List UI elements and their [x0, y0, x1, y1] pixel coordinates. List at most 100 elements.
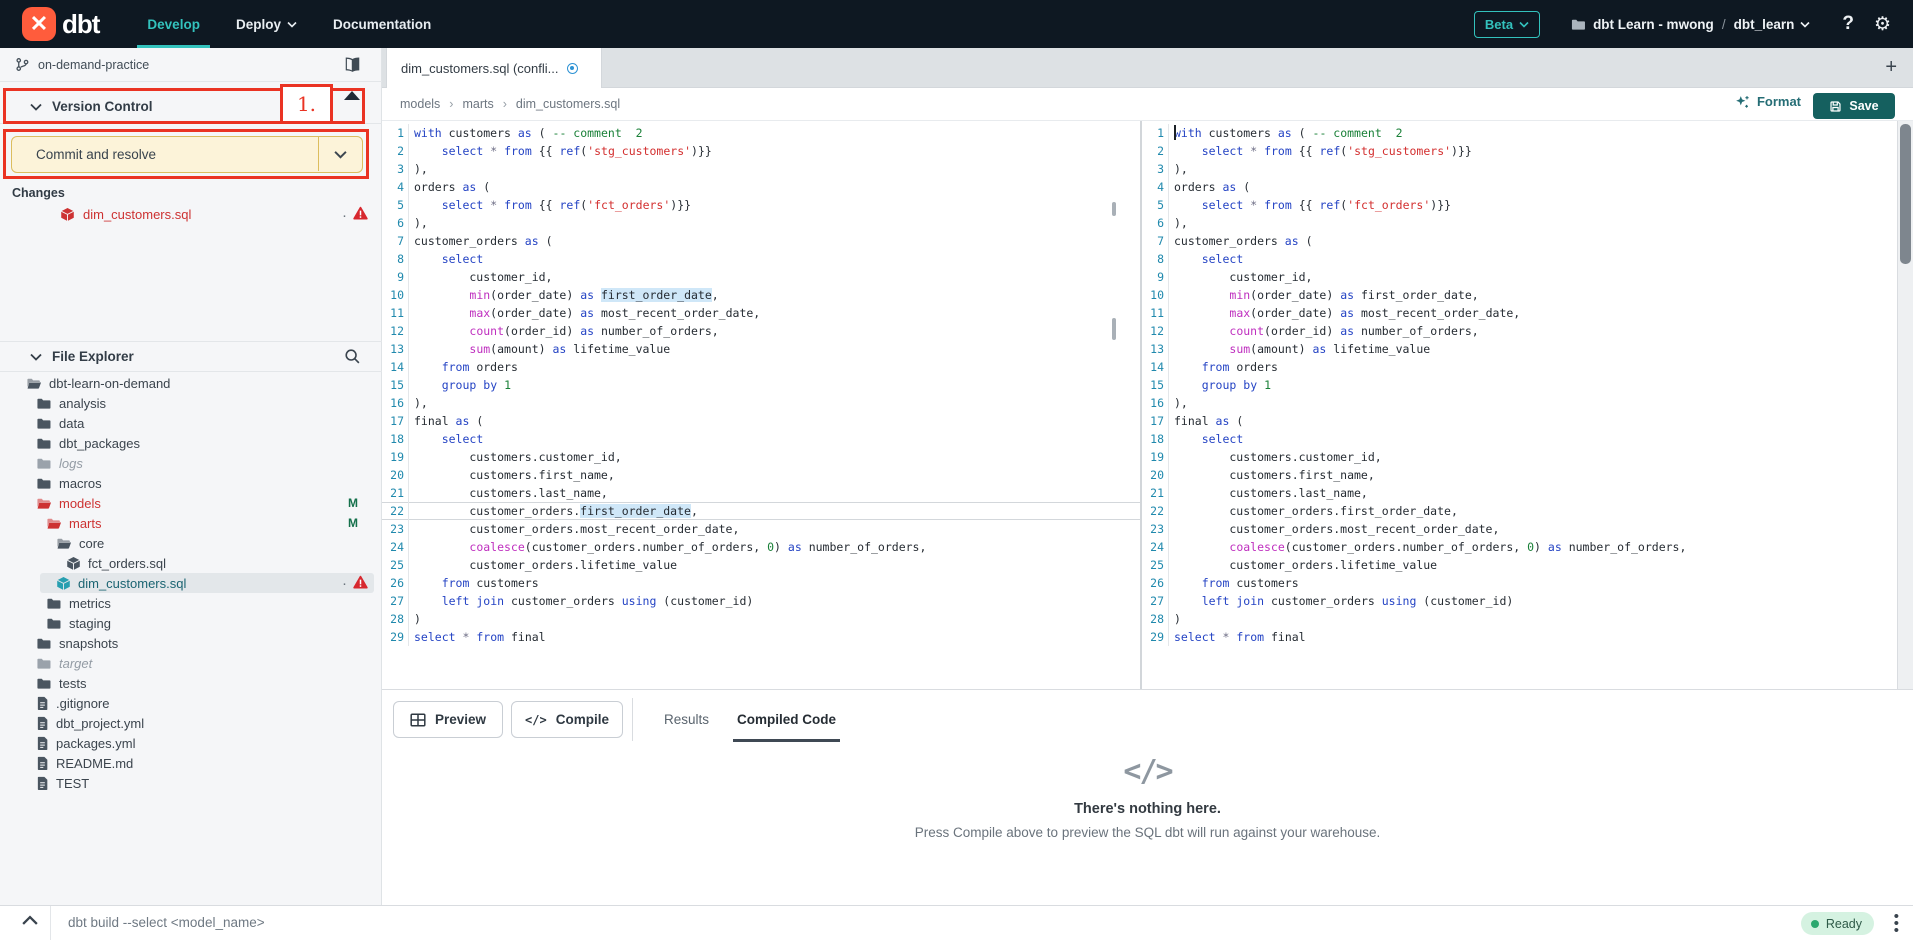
breadcrumb-item[interactable]: dim_customers.sql: [516, 97, 620, 111]
tree-item-staging[interactable]: staging: [0, 613, 382, 633]
code-line: 18 select: [1142, 430, 1897, 448]
line-number: 4: [1142, 178, 1164, 196]
code-line: 17final as (: [382, 412, 1140, 430]
settings-gear-icon[interactable]: ⚙: [1874, 13, 1891, 36]
help-icon[interactable]: ?: [1842, 13, 1854, 35]
code-pane-right[interactable]: 1with customers as ( -- comment 22 selec…: [1142, 121, 1897, 689]
chevron-up-icon[interactable]: [22, 915, 38, 926]
tree-item-label: metrics: [69, 596, 111, 611]
scrollbar-thumb[interactable]: [1900, 124, 1911, 264]
dbt-logo[interactable]: dbt: [22, 7, 99, 41]
tree-item-metrics[interactable]: metrics: [0, 593, 382, 613]
tab-title: dim_customers.sql (confli...: [401, 61, 559, 76]
line-number: 4: [382, 178, 404, 196]
status-label: Ready: [1826, 917, 1862, 931]
nav-item-develop[interactable]: Develop: [129, 0, 218, 48]
tree-item--gitignore[interactable]: .gitignore: [0, 693, 382, 713]
command-bar: dbt build --select <model_name> Ready ••…: [0, 905, 1913, 940]
tab-dim-customers[interactable]: dim_customers.sql (confli...: [386, 48, 602, 88]
tree-item-label: target: [59, 656, 92, 671]
line-number: 16: [382, 394, 404, 412]
scrollbar-track[interactable]: [1897, 121, 1913, 689]
tree-item-test[interactable]: TEST: [0, 773, 382, 793]
code-line: 23 customer_orders.most_recent_order_dat…: [382, 520, 1140, 538]
dbt-logo-icon: [22, 7, 56, 41]
tree-item-models[interactable]: modelsM: [0, 493, 382, 513]
breadcrumb-item[interactable]: marts: [462, 97, 493, 111]
nav-item-deploy[interactable]: Deploy: [218, 0, 315, 48]
line-number: 28: [1142, 610, 1164, 628]
code-icon: </>: [525, 713, 547, 727]
commit-and-resolve-button[interactable]: Commit and resolve: [11, 136, 363, 173]
code-line: 11 max(order_date) as most_recent_order_…: [1142, 304, 1897, 322]
tab-compiled-code[interactable]: Compiled Code: [737, 701, 836, 738]
tree-item-label: models: [59, 496, 101, 511]
code-line: 13 sum(amount) as lifetime_value: [382, 340, 1140, 358]
chevron-down-icon: [287, 21, 297, 28]
tree-item-label: data: [59, 416, 84, 431]
code-pane-left[interactable]: 1with customers as ( -- comment 22 selec…: [382, 121, 1140, 689]
line-number: 10: [382, 286, 404, 304]
file-icon: [36, 716, 49, 731]
tree-item-marts[interactable]: martsM: [0, 513, 382, 533]
main-nav: DevelopDeployDocumentation: [129, 0, 449, 48]
line-number: 9: [1142, 268, 1164, 286]
tree-item-tests[interactable]: tests: [0, 673, 382, 693]
tree-item-macros[interactable]: macros: [0, 473, 382, 493]
save-button[interactable]: Save: [1813, 93, 1895, 119]
tree-item-label: logs: [59, 456, 83, 471]
tree-item-analysis[interactable]: analysis: [0, 393, 382, 413]
tree-item-data[interactable]: data: [0, 413, 382, 433]
format-button[interactable]: Format: [1735, 94, 1801, 109]
docs-book-icon[interactable]: [342, 55, 363, 74]
nav-item-documentation[interactable]: Documentation: [315, 0, 449, 48]
file-explorer-title: File Explorer: [52, 349, 134, 364]
changed-file-row[interactable]: dim_customers.sql·: [0, 203, 382, 225]
tree-item-readme-md[interactable]: README.md: [0, 753, 382, 773]
commit-options-caret[interactable]: [318, 137, 362, 171]
tooltip-arrow: [344, 91, 360, 100]
code-line: 27 left join customer_orders using (cust…: [1142, 592, 1897, 610]
line-number: 27: [1142, 592, 1164, 610]
preview-button[interactable]: Preview: [393, 701, 503, 738]
beta-button[interactable]: Beta: [1474, 11, 1540, 38]
compile-button[interactable]: </> Compile: [511, 701, 623, 738]
tree-item-dbt-project-yml[interactable]: dbt_project.yml: [0, 713, 382, 733]
code-line: 15 group by 1: [382, 376, 1140, 394]
line-number: 17: [1142, 412, 1164, 430]
tree-item-dbt-packages[interactable]: dbt_packages: [0, 433, 382, 453]
new-tab-button[interactable]: +: [1885, 56, 1897, 79]
tree-item-packages-yml[interactable]: packages.yml: [0, 733, 382, 753]
line-number: 10: [1142, 286, 1164, 304]
tree-item-logs[interactable]: logs: [0, 453, 382, 473]
compile-label: Compile: [556, 712, 609, 727]
search-icon[interactable]: [344, 348, 361, 365]
save-floppy-icon: [1829, 100, 1842, 113]
project-name: dbt_learn: [1734, 17, 1795, 32]
line-number: 3: [1142, 160, 1164, 178]
tree-item-fct-orders-sql[interactable]: fct_orders.sql: [0, 553, 382, 573]
file-explorer-header[interactable]: File Explorer: [0, 341, 382, 372]
branch-selector[interactable]: on-demand-practice: [0, 48, 382, 82]
sidebar: on-demand-practice Version Control 1. Co…: [0, 48, 382, 905]
tree-item-dim-customers-sql[interactable]: dim_customers.sql·: [0, 573, 382, 593]
tree-item-snapshots[interactable]: snapshots: [0, 633, 382, 653]
code-line: 12 count(order_id) as number_of_orders,: [382, 322, 1140, 340]
folder-open-icon: [56, 536, 72, 551]
breadcrumb-item[interactable]: models: [400, 97, 440, 111]
kebab-menu-icon[interactable]: •••: [1894, 913, 1899, 934]
path-separator: /: [1722, 17, 1726, 32]
beta-label: Beta: [1485, 17, 1513, 32]
tree-item-target[interactable]: target: [0, 653, 382, 673]
results-tab-label: Results: [664, 712, 709, 727]
account-project-selector[interactable]: dbt Learn - mwong / dbt_learn: [1564, 17, 1816, 32]
tree-item-core[interactable]: core: [0, 533, 382, 553]
tree-item-dbt-learn-on-demand[interactable]: dbt-learn-on-demand: [0, 373, 382, 393]
empty-state-subtitle: Press Compile above to preview the SQL d…: [382, 825, 1913, 840]
folder-open-icon: [26, 376, 42, 391]
command-input[interactable]: dbt build --select <model_name>: [68, 915, 968, 930]
file-icon: [36, 756, 49, 771]
line-number: 18: [1142, 430, 1164, 448]
dbt-cloud-ide: dbt DevelopDeployDocumentation Beta dbt …: [0, 0, 1913, 940]
tab-results[interactable]: Results: [664, 701, 709, 738]
